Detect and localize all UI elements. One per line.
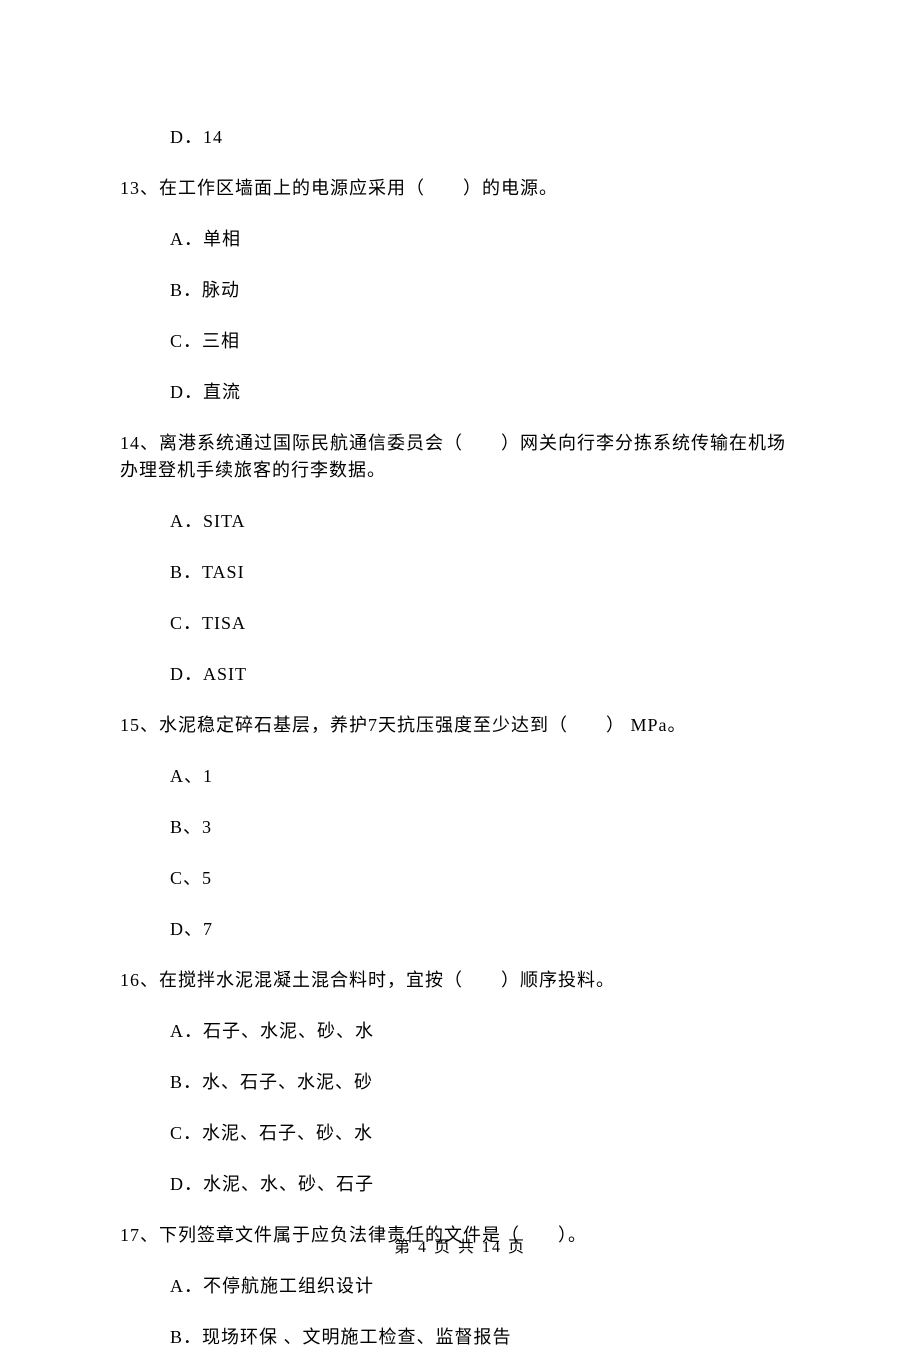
question-17-option-a: A．不停航施工组织设计: [170, 1273, 800, 1300]
question-16-option-b: B．水、石子、水泥、砂: [170, 1069, 800, 1096]
question-13-option-b: B．脉动: [170, 277, 800, 304]
question-13-option-a: A．单相: [170, 226, 800, 253]
question-14-option-c: C．TISA: [170, 610, 800, 637]
question-13-option-c: C．三相: [170, 328, 800, 355]
question-16-option-d: D．水泥、水、砂、石子: [170, 1171, 800, 1198]
page-content: D．14 13、在工作区墙面上的电源应采用（ ）的电源。 A．单相 B．脉动 C…: [0, 0, 920, 1351]
question-17-option-b: B．现场环保 、文明施工检查、监督报告: [170, 1324, 800, 1351]
question-15-option-a: A、1: [170, 763, 800, 790]
question-15-option-b: B、3: [170, 814, 800, 841]
question-14-option-a: A．SITA: [170, 508, 800, 535]
page-footer: 第 4 页 共 14 页: [0, 1233, 920, 1257]
question-15-stem: 15、水泥稳定碎石基层，养护7天抗压强度至少达到（ ） MPa。: [120, 712, 800, 739]
question-15-option-d: D、7: [170, 916, 800, 943]
orphan-option: D．14: [170, 124, 800, 151]
question-14-option-d: D．ASIT: [170, 661, 800, 688]
question-14-option-b: B．TASI: [170, 559, 800, 586]
question-16-stem: 16、在搅拌水泥混凝土混合料时，宜按（ ）顺序投料。: [120, 967, 800, 994]
question-14-stem: 14、离港系统通过国际民航通信委员会（ ）网关向行李分拣系统传输在机场办理登机手…: [120, 430, 800, 484]
question-15-option-c: C、5: [170, 865, 800, 892]
question-16-option-a: A．石子、水泥、砂、水: [170, 1018, 800, 1045]
question-16-option-c: C．水泥、石子、砂、水: [170, 1120, 800, 1147]
question-13-option-d: D．直流: [170, 379, 800, 406]
question-13-stem: 13、在工作区墙面上的电源应采用（ ）的电源。: [120, 175, 800, 202]
